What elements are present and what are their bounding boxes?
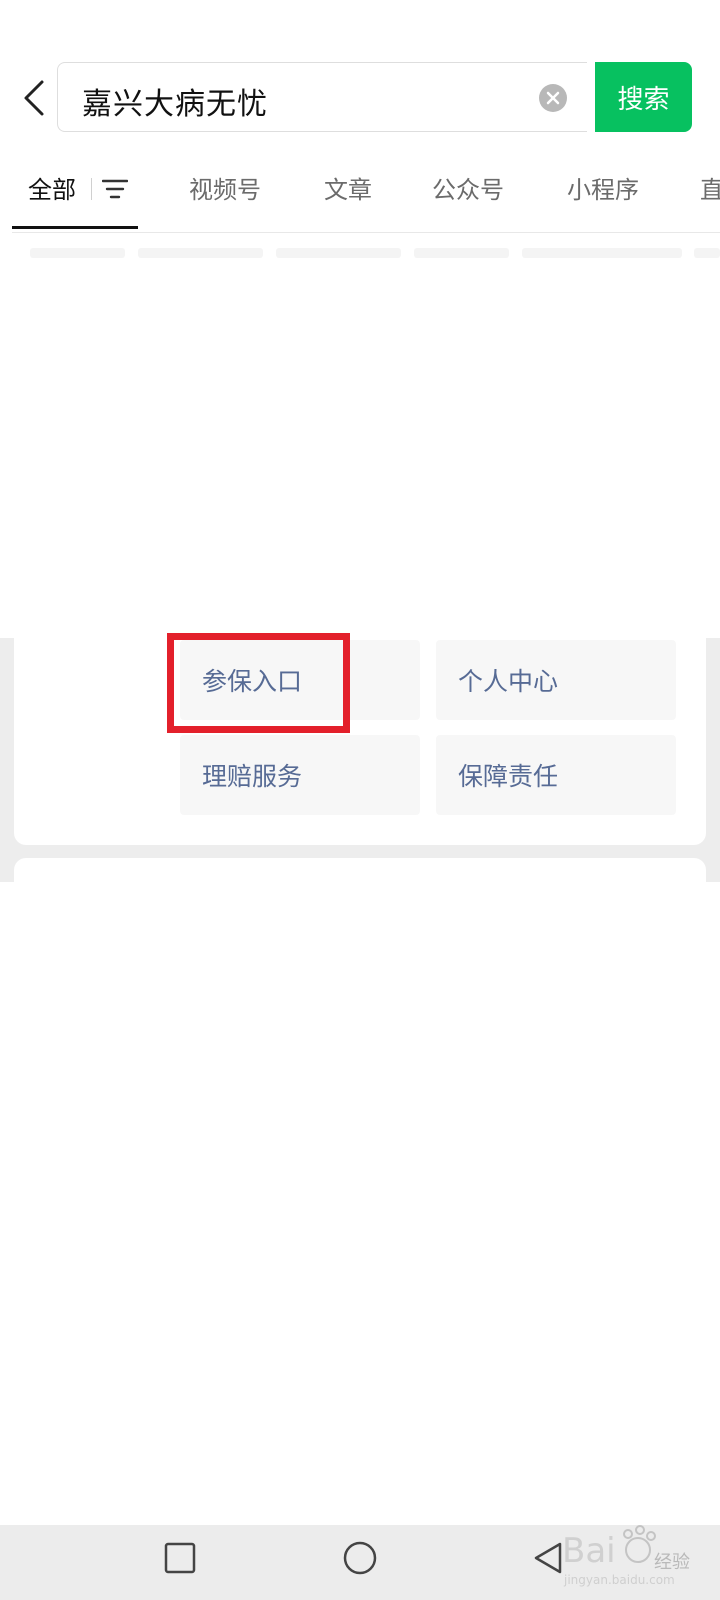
svg-text:Bai: Bai <box>562 1531 616 1571</box>
circle-icon[interactable] <box>342 1540 378 1576</box>
watermark-text: 经验 <box>654 1552 690 1573</box>
tab-separator <box>91 178 92 200</box>
placeholder-bar <box>276 248 401 258</box>
svg-text:jingyan.baidu.com: jingyan.baidu.com <box>563 1573 675 1587</box>
placeholder-bar <box>694 248 720 258</box>
search-button[interactable]: 搜索 <box>595 62 692 132</box>
search-input[interactable]: 嘉兴大病无忧 <box>57 62 587 132</box>
active-tab-underline <box>12 226 138 229</box>
tab-live[interactable]: 直 <box>700 170 720 205</box>
tab-articles[interactable]: 文章 <box>324 170 372 205</box>
back-arrow-icon[interactable] <box>14 76 58 120</box>
tab-all[interactable]: 全部 <box>28 170 76 205</box>
tab-mini-programs[interactable]: 小程序 <box>567 170 639 205</box>
tab-official-accounts[interactable]: 公众号 <box>432 170 504 205</box>
square-icon[interactable] <box>164 1542 196 1574</box>
tab-divider <box>12 232 720 233</box>
placeholder-bar <box>138 248 263 258</box>
placeholder-bar <box>414 248 509 258</box>
next-result-card <box>14 858 706 888</box>
filter-icon[interactable] <box>101 178 129 200</box>
service-personal-center-button[interactable]: 个人中心 <box>436 640 676 720</box>
clear-icon[interactable] <box>538 83 568 113</box>
placeholder-bar <box>522 248 682 258</box>
service-claims-button[interactable]: 理赔服务 <box>180 735 420 815</box>
placeholder-bar <box>30 248 125 258</box>
service-enroll-button[interactable]: 参保入口 <box>180 640 420 720</box>
search-query-text: 嘉兴大病无忧 <box>82 87 268 122</box>
tab-channels[interactable]: 视频号 <box>189 170 261 205</box>
service-coverage-button[interactable]: 保障责任 <box>436 735 676 815</box>
